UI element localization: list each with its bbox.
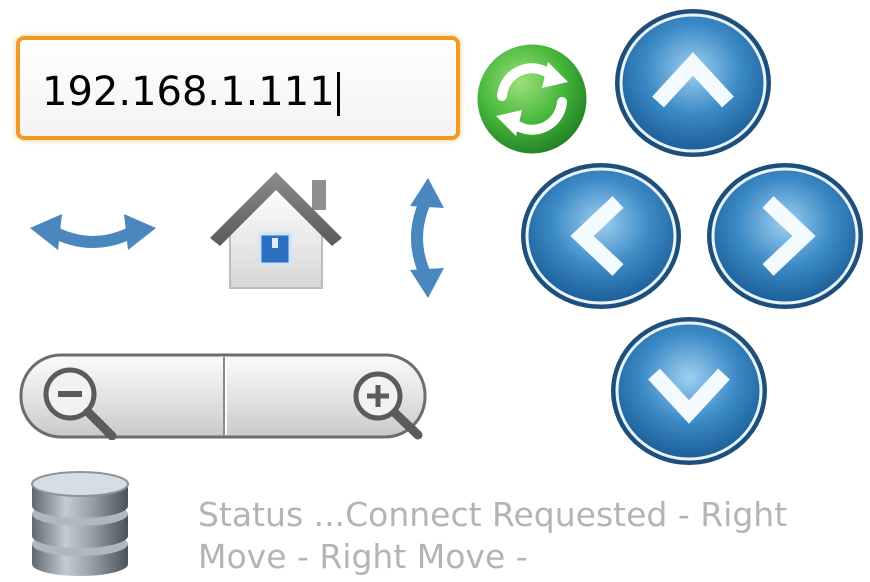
ip-address-field[interactable]: 192.168.1.111 bbox=[16, 36, 460, 140]
zoom-out-button[interactable] bbox=[18, 352, 224, 441]
arrow-right-icon bbox=[707, 163, 863, 309]
refresh-button[interactable] bbox=[472, 40, 592, 158]
rotate-vertical-icon bbox=[410, 178, 444, 298]
home-icon bbox=[210, 172, 342, 289]
move-left-button[interactable] bbox=[518, 160, 684, 312]
refresh-icon bbox=[474, 41, 590, 157]
arrow-up-icon bbox=[615, 9, 771, 157]
ip-address-value: 192.168.1.111 bbox=[42, 69, 335, 115]
database-status-indicator bbox=[26, 466, 134, 578]
rotate-vertical-button[interactable] bbox=[394, 176, 454, 300]
arrow-down-icon bbox=[611, 317, 767, 465]
rotate-horizontal-button[interactable] bbox=[28, 206, 158, 268]
arrow-left-icon bbox=[521, 163, 681, 309]
status-text: Status ...Connect Requested - Right Move… bbox=[198, 495, 788, 576]
move-up-button[interactable] bbox=[612, 6, 774, 160]
move-right-button[interactable] bbox=[704, 160, 866, 312]
zoom-in-button[interactable] bbox=[224, 352, 428, 440]
move-down-button[interactable] bbox=[608, 314, 770, 468]
home-button[interactable] bbox=[206, 166, 346, 292]
zoom-in-icon bbox=[353, 371, 423, 440]
database-icon bbox=[31, 471, 129, 576]
zoom-control bbox=[18, 352, 428, 441]
text-cursor bbox=[336, 72, 340, 116]
zoom-out-icon bbox=[43, 367, 117, 441]
rotate-horizontal-icon bbox=[30, 214, 156, 250]
